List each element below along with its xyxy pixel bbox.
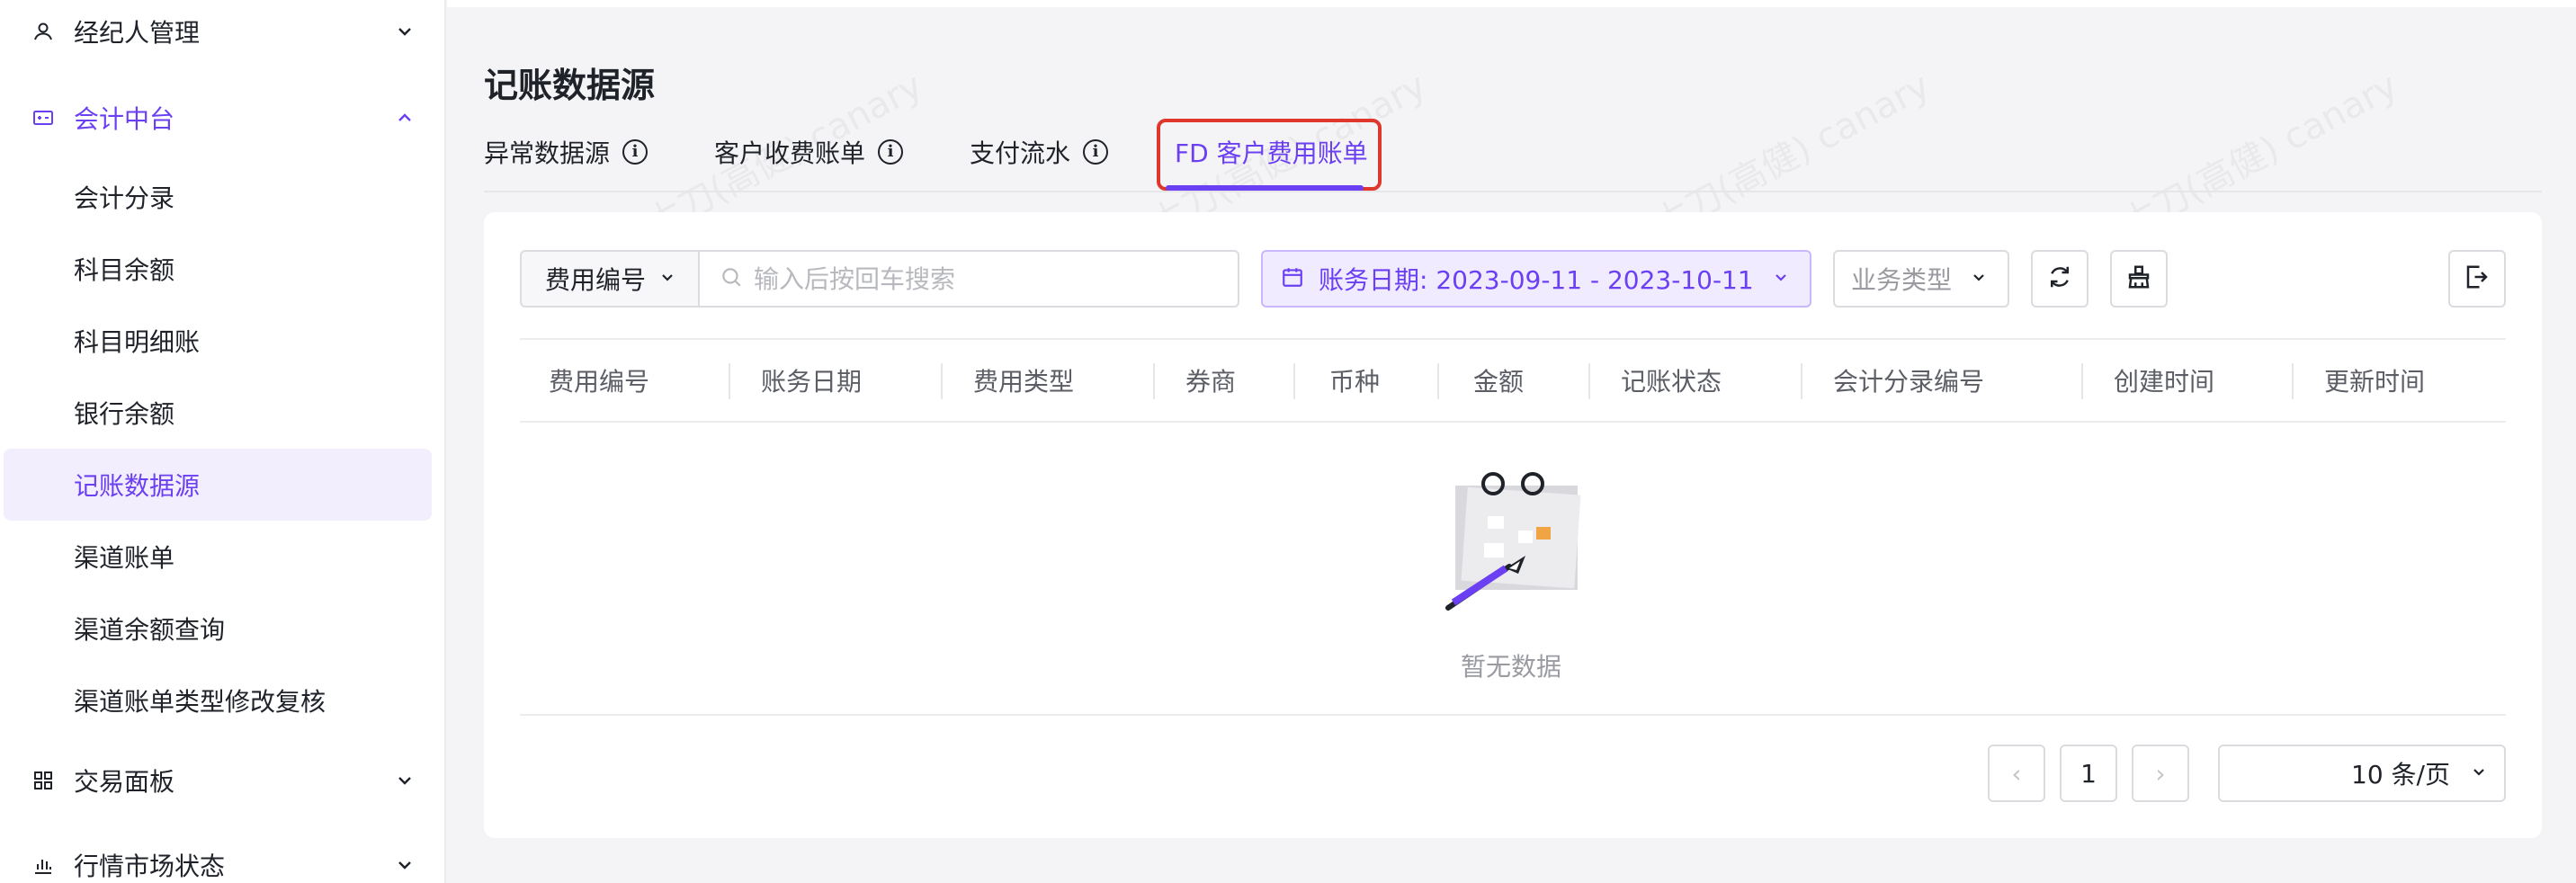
sidebar-item-label: 渠道余额查询 [74, 615, 226, 645]
menu-group-trading[interactable]: 交易面板 [0, 754, 446, 807]
table-header: 费用编号 账务日期 费用类型 券商 币种 金额 记账状态 会计分录编号 创建时间… [520, 338, 2506, 423]
empty-state-text: 暂无数据 [1460, 652, 1561, 682]
tab-label: 异常数据源 [484, 138, 611, 168]
page-title: 记账数据源 [484, 66, 656, 105]
search-input[interactable] [754, 261, 1221, 297]
sidebar-item-label: 渠道账单 [74, 543, 175, 573]
page-number-button[interactable]: 1 [2060, 745, 2117, 802]
column-header[interactable]: 费用类型 [973, 340, 1074, 421]
chevron-down-icon [658, 268, 676, 290]
menu-group-label: 行情市场状态 [74, 852, 226, 881]
column-divider [1153, 363, 1155, 399]
sidebar-item-channel-bill[interactable]: 渠道账单 [4, 521, 432, 593]
ledger-icon [31, 105, 56, 130]
sidebar-item-label: 科目余额 [74, 255, 175, 285]
table-bottom-border [520, 714, 2506, 716]
sidebar-item-label: 会计分录 [74, 183, 175, 213]
top-strip [447, 0, 2576, 7]
tab-label: 支付流水 [970, 138, 1071, 168]
sidebar-item-channel-balance[interactable]: 渠道余额查询 [4, 593, 432, 664]
search-icon [720, 265, 743, 292]
next-page-button[interactable]: › [2132, 745, 2189, 802]
chevron-down-icon [1970, 268, 1988, 290]
info-icon[interactable]: i [1083, 139, 1109, 165]
sidebar-item-account-detail[interactable]: 科目明细账 [4, 305, 432, 377]
column-divider [1293, 363, 1295, 399]
page-size-value: 10 条/页 [2351, 760, 2450, 789]
calendar-icon [1281, 265, 1304, 292]
sidebar-item-label: 渠道账单类型修改复核 [74, 687, 326, 717]
info-icon[interactable]: i [622, 139, 648, 165]
menu-group-broker[interactable]: 经纪人管理 [0, 4, 446, 58]
chevron-down-icon [392, 19, 417, 44]
sidebar-item-label: 记账数据源 [74, 471, 201, 501]
column-divider [2081, 363, 2083, 399]
column-header[interactable]: 币种 [1329, 340, 1380, 421]
user-icon [31, 19, 56, 44]
refresh-icon [2046, 263, 2073, 294]
sidebar-item-bank-balance[interactable]: 银行余额 [4, 377, 432, 449]
sidebar-item-label: 科目明细账 [74, 327, 201, 357]
menu-group-label: 交易面板 [74, 767, 175, 797]
column-header[interactable]: 账务日期 [761, 340, 862, 421]
chevron-up-icon [392, 105, 417, 130]
search-field-select[interactable]: 费用编号 [520, 250, 700, 308]
tab-bar: 异常数据源 i 客户收费账单 i 支付流水 i FD 客户费用账单 [484, 122, 2542, 192]
chevron-down-icon [1772, 268, 1790, 290]
chevron-down-icon [392, 852, 417, 878]
column-header[interactable]: 会计分录编号 [1833, 340, 1984, 421]
sidebar: 经纪人管理 会计中台 会计分录 科目余额 科目明细账 银行余额 记账数据源 渠道… [0, 0, 446, 883]
select-placeholder: 业务类型 [1851, 265, 1953, 295]
column-header[interactable]: 记账状态 [1621, 340, 1722, 421]
column-header[interactable]: 创建时间 [2114, 340, 2214, 421]
menu-group-label: 会计中台 [74, 104, 175, 134]
menu-group-accounting[interactable]: 会计中台 [0, 91, 446, 145]
info-icon[interactable]: i [878, 139, 904, 165]
export-icon [2464, 263, 2491, 294]
menu-group-market-status[interactable]: 行情市场状态 [0, 838, 446, 883]
tab-customer-charge-bill[interactable]: 客户收费账单 i [714, 122, 904, 182]
column-divider [1437, 363, 1439, 399]
column-header[interactable]: 券商 [1185, 340, 1236, 421]
column-divider [729, 363, 730, 399]
tab-payment-flow[interactable]: 支付流水 i [970, 122, 1109, 182]
column-header[interactable]: 更新时间 [2324, 340, 2425, 421]
business-type-select[interactable]: 业务类型 [1833, 250, 2009, 308]
refresh-button[interactable] [2031, 250, 2089, 308]
clear-filters-button[interactable] [2110, 250, 2168, 308]
select-value: 费用编号 [545, 265, 647, 295]
menu-group-label: 经纪人管理 [74, 18, 201, 48]
export-button[interactable] [2448, 250, 2506, 308]
active-tab-indicator [1166, 185, 1364, 191]
tab-abnormal-source[interactable]: 异常数据源 i [484, 122, 648, 182]
chevron-down-icon [392, 768, 417, 793]
column-divider [1588, 363, 1590, 399]
date-range-picker[interactable]: 账务日期: 2023-09-11 - 2023-10-11 [1261, 250, 1811, 308]
sidebar-item-data-source[interactable]: 记账数据源 [4, 449, 432, 521]
prev-page-button[interactable]: ‹ [1988, 745, 2045, 802]
column-header[interactable]: 费用编号 [549, 340, 649, 421]
dashboard-icon [31, 768, 56, 793]
broom-icon [2125, 263, 2152, 294]
tab-highlight-box [1157, 119, 1382, 191]
tab-label: 客户收费账单 [714, 138, 866, 168]
sidebar-item-bill-type-review[interactable]: 渠道账单类型修改复核 [4, 664, 432, 736]
page-size-select[interactable]: 10 条/页 [2218, 745, 2506, 802]
column-divider [2292, 363, 2294, 399]
sidebar-item-account-balance[interactable]: 科目余额 [4, 233, 432, 305]
date-range-value: 账务日期: 2023-09-11 - 2023-10-11 [1319, 265, 1754, 295]
sidebar-item-journal[interactable]: 会计分录 [4, 161, 432, 233]
sidebar-item-label: 银行余额 [74, 399, 175, 429]
column-header[interactable]: 金额 [1473, 340, 1524, 421]
column-divider [941, 363, 943, 399]
search-box [698, 250, 1239, 308]
column-divider [1801, 363, 1802, 399]
empty-state-illustration [1439, 468, 1583, 611]
bar-chart-icon [31, 852, 56, 878]
chevron-down-icon [2470, 763, 2488, 784]
